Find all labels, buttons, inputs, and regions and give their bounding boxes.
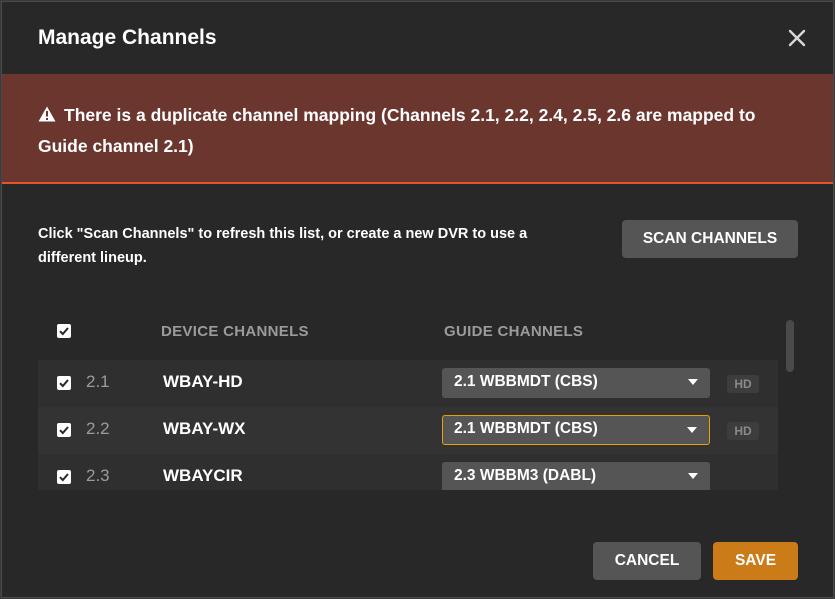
device-channel-name: WBAY-HD [163, 372, 243, 391]
checkmark-icon [59, 327, 69, 336]
dialog-header: Manage Channels [2, 2, 833, 74]
checkmark-icon [59, 473, 69, 482]
chevron-down-icon [688, 473, 698, 479]
row-checkbox[interactable] [57, 376, 71, 390]
close-icon [788, 29, 806, 47]
table-scrollbar[interactable] [786, 320, 794, 372]
row-checkbox[interactable] [57, 470, 71, 484]
table-header: DEVICE CHANNELS GUIDE CHANNELS [38, 312, 778, 360]
device-channel-name: WBAY-WX [163, 419, 246, 438]
guide-channel-select[interactable]: 2.3 WBBM3 (DABL) [442, 462, 710, 490]
close-button[interactable] [785, 26, 809, 50]
hd-badge: HD [727, 422, 759, 440]
device-channel-name: WBAYCIR [163, 466, 243, 485]
dialog-footer: CANCEL SAVE [2, 524, 833, 597]
guide-channel-value: 2.1 WBBMDT (CBS) [454, 373, 598, 390]
dialog-body: Click "Scan Channels" to refresh this li… [2, 184, 833, 524]
hd-badge: HD [727, 375, 759, 393]
channel-number: 2.1 [86, 372, 110, 391]
select-all-checkbox[interactable] [57, 324, 71, 338]
guide-channel-select[interactable]: 2.1 WBBMDT (CBS) [442, 368, 710, 398]
instruction-text: Click "Scan Channels" to refresh this li… [38, 226, 528, 266]
checkmark-icon [59, 426, 69, 435]
guide-channel-value: 2.1 WBBMDT (CBS) [454, 420, 598, 437]
chevron-down-icon [688, 379, 698, 385]
save-button[interactable]: SAVE [713, 542, 798, 580]
scan-channels-button[interactable]: SCAN CHANNELS [622, 220, 798, 258]
guide-channels-header: GUIDE CHANNELS [444, 323, 584, 340]
duplicate-mapping-alert: There is a duplicate channel mapping (Ch… [2, 74, 833, 184]
channel-number: 2.3 [86, 466, 110, 485]
device-channels-header: DEVICE CHANNELS [161, 323, 309, 340]
channel-table: DEVICE CHANNELS GUIDE CHANNELS 2.1 WBAY-… [38, 312, 778, 490]
checkmark-icon [59, 379, 69, 388]
row-checkbox[interactable] [57, 423, 71, 437]
dialog-title: Manage Channels [38, 26, 217, 49]
alert-message: There is a duplicate channel mapping (Ch… [38, 105, 756, 156]
warning-icon [38, 106, 56, 122]
cancel-button[interactable]: CANCEL [593, 542, 701, 580]
channel-number: 2.2 [86, 419, 110, 438]
guide-channel-value: 2.3 WBBM3 (DABL) [454, 467, 597, 484]
table-row: 2.3 WBAYCIR 2.3 WBBM3 (DABL) [38, 454, 778, 490]
guide-channel-select[interactable]: 2.1 WBBMDT (CBS) [442, 415, 710, 445]
chevron-down-icon [687, 427, 697, 433]
table-row: 2.1 WBAY-HD 2.1 WBBMDT (CBS) HD [38, 360, 778, 407]
table-row: 2.2 WBAY-WX 2.1 WBBMDT (CBS) HD [38, 407, 778, 454]
manage-channels-dialog: Manage Channels There is a duplicate cha… [1, 1, 834, 598]
